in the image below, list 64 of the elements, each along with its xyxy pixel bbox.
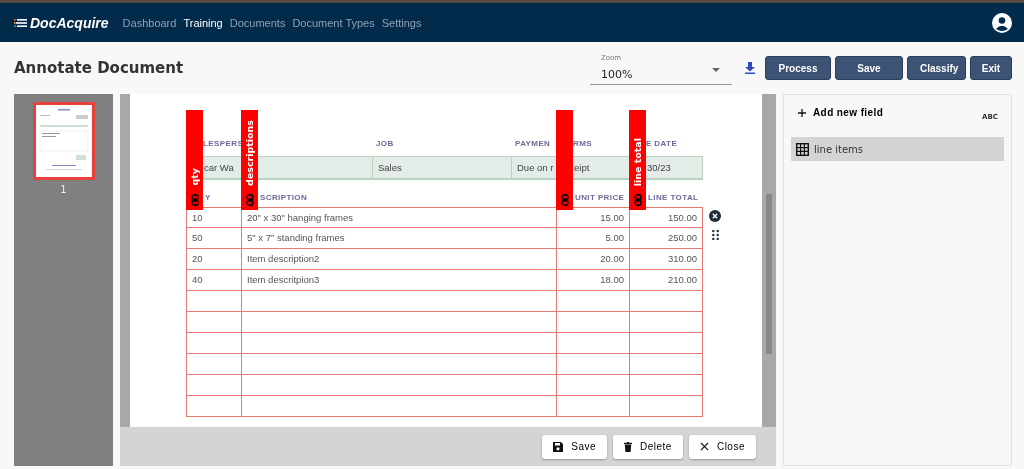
column-tag[interactable] [556, 110, 573, 210]
link-icon [633, 194, 642, 206]
table-cell: Item descritpion3 [241, 270, 556, 290]
document-text: eipt [574, 161, 590, 174]
table-cell: 20 [186, 249, 241, 269]
logo-icon [14, 17, 28, 28]
close-icon[interactable] [709, 210, 721, 222]
page-number: 1 [60, 184, 67, 195]
action-button[interactable]: Exit [970, 56, 1012, 80]
document-label: JOB [376, 138, 394, 150]
field-item[interactable]: line items [791, 137, 1004, 161]
table-cell: 40 [186, 270, 241, 290]
toolbar-button[interactable]: Delete [613, 434, 683, 459]
action-button[interactable]: Save [835, 56, 903, 80]
download-icon[interactable] [745, 62, 755, 74]
nav-link[interactable]: Dashboard [122, 16, 177, 29]
column-header: Y [205, 191, 211, 204]
link-icon [190, 194, 199, 206]
document-label: PAYMEN [515, 138, 551, 150]
table-icon [796, 142, 809, 156]
table-cell: 310.00 [629, 249, 703, 269]
document-label: LESPERS [203, 138, 244, 150]
document-text: car Wa [204, 161, 234, 174]
action-button[interactable]: Process [765, 56, 831, 80]
column-tag[interactable]: qty [186, 110, 203, 210]
nav-link[interactable]: Training [183, 16, 223, 29]
nav-link[interactable]: Documents [229, 16, 286, 29]
table-cell: 250.00 [629, 228, 703, 248]
app-logo[interactable]: DocAcquire [30, 14, 109, 31]
close-icon [699, 442, 709, 451]
column-header: LINE TOTAL [648, 191, 699, 204]
table-cell: 5" x 7" standing frames [241, 228, 556, 248]
link-icon [245, 194, 254, 206]
nav-link[interactable]: Settings [381, 16, 422, 29]
user-avatar-icon[interactable] [992, 12, 1012, 33]
add-field-button[interactable]: Add new field [798, 107, 884, 118]
scrollbar[interactable] [762, 94, 776, 427]
nav-link[interactable]: Document Types [292, 16, 375, 29]
table-cell: Item description2 [241, 249, 556, 269]
link-icon [560, 194, 569, 206]
table-cell: 20.00 [556, 249, 629, 269]
toolbar-button[interactable]: Close [688, 434, 756, 459]
page-title: Annotate Document [14, 59, 185, 77]
save-icon [553, 441, 564, 452]
plus-icon [798, 108, 806, 117]
table-cell: 50 [186, 228, 241, 248]
table-cell: 210.00 [629, 270, 703, 290]
toolbar-button[interactable]: Save [542, 434, 607, 459]
table-cell: 5.00 [556, 228, 629, 248]
column-tag[interactable]: descriptions [241, 110, 258, 210]
action-button[interactable]: Classify [907, 56, 966, 80]
trash-icon [624, 441, 632, 452]
page-thumbnail[interactable] [32, 102, 95, 180]
document-label: E DATE [646, 138, 678, 150]
document-label: RMS [573, 138, 592, 150]
column-header: UNIT PRICE [575, 191, 625, 204]
document-text: Sales [378, 161, 402, 174]
table-cell: 18.00 [556, 270, 629, 290]
caret-icon [712, 67, 720, 72]
document-text: 30/23 [647, 161, 671, 174]
document-text: Due on r [517, 161, 554, 174]
drag-handle-icon[interactable] [711, 230, 719, 240]
column-tag[interactable]: line total [629, 110, 646, 210]
column-header: SCRIPTION [260, 191, 308, 204]
